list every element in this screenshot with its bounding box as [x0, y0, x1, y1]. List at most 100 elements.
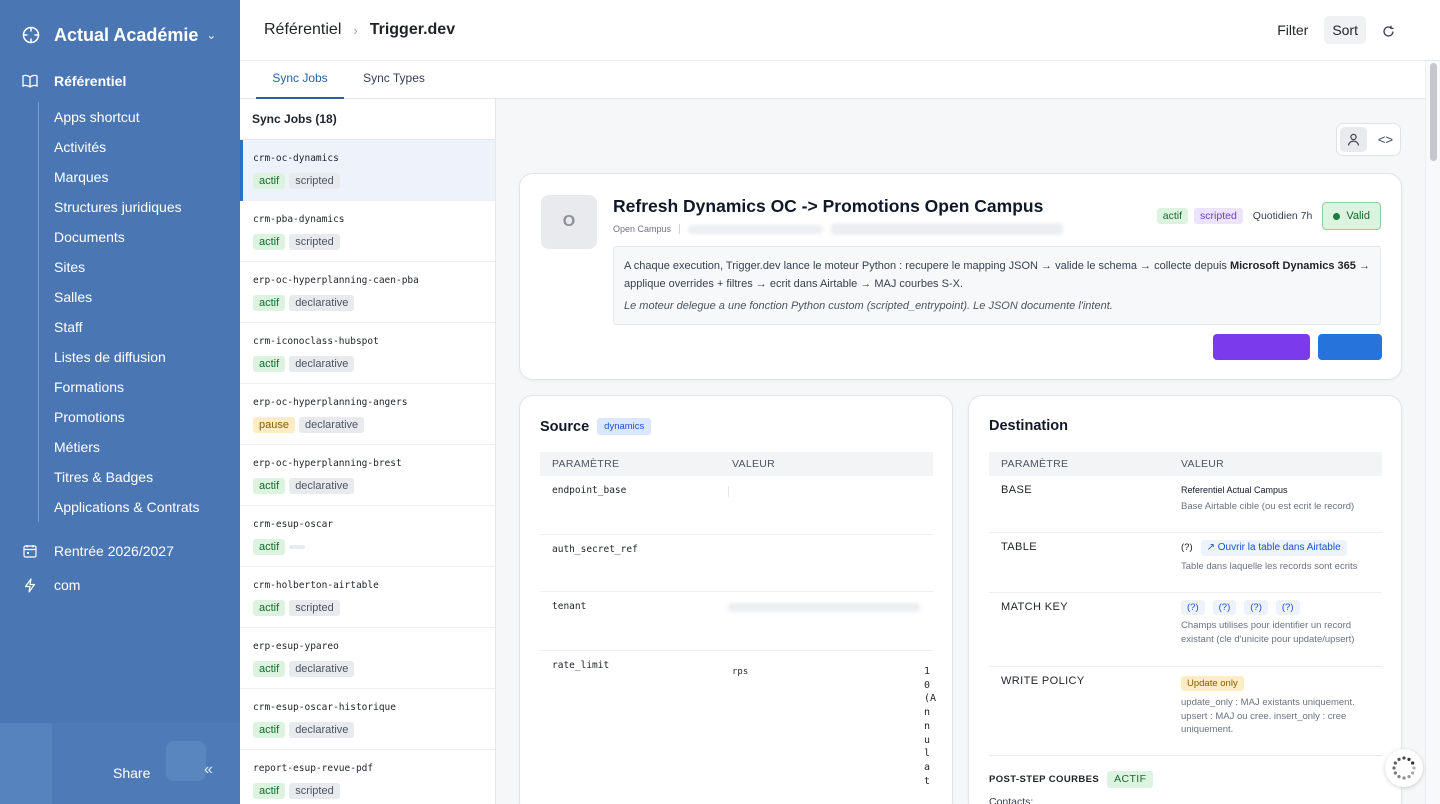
sidebar-item-formations[interactable]: Formations	[39, 372, 228, 402]
col-param: PARAMÈTRE	[552, 458, 620, 470]
scrollbar[interactable]	[1425, 61, 1440, 804]
table-row: TABLE (?) ↗ Ouvrir la table dans Airtable…	[989, 533, 1382, 593]
spinner-dot	[1407, 757, 1411, 761]
list-item[interactable]: crm-pba-dynamics actif scripted	[240, 201, 495, 262]
sidebar-item-listes-de-diffusion[interactable]: Listes de diffusion	[39, 342, 228, 372]
list-item[interactable]: report-esup-revue-pdf actif scripted	[240, 750, 495, 804]
code-view-button[interactable]: <>	[1372, 127, 1399, 152]
tab-sync-jobs[interactable]: Sync Jobs	[256, 61, 344, 99]
list-item[interactable]: crm-esup-oscar actif	[240, 506, 495, 567]
refresh-button[interactable]	[1374, 16, 1402, 44]
table-row: auth_secret_ref	[540, 535, 933, 592]
sidebar-item-sites[interactable]: Sites	[39, 252, 228, 282]
job-name: crm-oc-dynamics	[253, 153, 339, 164]
table-row: rate_limit rps 1 0 (A n n u l a t	[540, 651, 936, 804]
breadcrumb-root[interactable]: Référentiel	[264, 21, 341, 39]
sidebar-section-com[interactable]: com	[22, 577, 80, 593]
sidebar-section-rentree[interactable]: Rentrée 2026/2027	[22, 543, 174, 559]
job-badges: actif scripted Quotidien 7h Valid	[1156, 202, 1381, 230]
value-fragment: u	[924, 734, 931, 746]
filter-button[interactable]: Filter	[1269, 16, 1316, 44]
sidebar-section-referentiel[interactable]: Référentiel	[22, 73, 126, 89]
validity-badge: Valid	[1322, 202, 1381, 230]
breadcrumb-current: Trigger.dev	[369, 21, 456, 38]
status-badge: actif	[1156, 208, 1189, 224]
scrollbar-thumb[interactable]	[1430, 63, 1437, 161]
list-item[interactable]: crm-esup-oscar-historique actif declarativ…	[240, 689, 495, 750]
divider	[679, 224, 681, 234]
sidebar-item-apps-shortcut[interactable]: Apps shortcut	[39, 102, 228, 132]
open-airtable-link[interactable]: ↗ Ouvrir la table dans Airtable	[1200, 540, 1347, 556]
list-item[interactable]: erp-oc-hyperplanning-caen-pba actif declar…	[240, 262, 495, 323]
job-tags: actif	[253, 539, 495, 555]
sidebar-item-promotions[interactable]: Promotions	[39, 402, 228, 432]
breadcrumb: Référentiel › Trigger.dev	[264, 21, 455, 39]
share-button[interactable]: Share	[113, 765, 150, 781]
job-tags: actif scripted	[253, 173, 495, 189]
spinner-icon	[1392, 756, 1416, 780]
base-help: Base Airtable cible (ou est ecrit le rec…	[1181, 501, 1355, 512]
spinner-dot	[1397, 757, 1401, 761]
loading-spinner	[1385, 749, 1423, 787]
sidebar-item-metiers[interactable]: Métiers	[39, 432, 228, 462]
collapse-sidebar-icon[interactable]: «	[204, 761, 213, 779]
list-item[interactable]: crm-oc-dynamics actif scripted	[240, 140, 495, 201]
sidebar-item-activites[interactable]: Activités	[39, 132, 228, 162]
validity-label: Valid	[1346, 210, 1370, 222]
list-item[interactable]: crm-iconoclass-hubspot actif declarative	[240, 323, 495, 384]
list-item[interactable]: erp-oc-hyperplanning-angers pause declarat…	[240, 384, 495, 445]
job-name: crm-esup-oscar	[253, 519, 334, 530]
desc-note: Le moteur delegue a une fonction Python …	[624, 300, 1113, 312]
sidebar-item-documents[interactable]: Documents	[39, 222, 228, 252]
user-view-button[interactable]	[1340, 127, 1367, 152]
destination-table-header: PARAMÈTRE VALEUR	[989, 452, 1382, 476]
mode-badge: declarative	[289, 356, 355, 372]
redacted-text	[831, 223, 1064, 235]
header-actions: Filter Sort	[1269, 16, 1402, 44]
sidebar-item-salles[interactable]: Salles	[39, 282, 228, 312]
spinner-dot	[1407, 775, 1411, 779]
chevron-right-icon: ›	[353, 22, 358, 38]
source-table-header: PARAMÈTRE VALEUR	[540, 452, 933, 476]
status-badge: actif	[253, 356, 286, 372]
job-name: erp-oc-hyperplanning-caen-pba	[253, 275, 419, 286]
destination-card: Destination PARAMÈTRE VALEUR BASE Refere…	[968, 395, 1402, 804]
spinner-dot	[1402, 776, 1406, 780]
sync-jobs-list: Sync Jobs (18) crm-oc-dynamics actif scrip…	[240, 99, 496, 804]
desc-source-name: Microsoft Dynamics 365	[1229, 260, 1356, 272]
param-key: MATCH KEY	[1001, 601, 1068, 613]
sidebar-item-marques[interactable]: Marques	[39, 162, 228, 192]
detail-panel: <> O Refresh Dynamics OC -> Promotions O…	[496, 99, 1425, 804]
contacts-label: Contacts:	[989, 796, 1034, 804]
value-fragment: t	[924, 775, 931, 787]
sort-button[interactable]: Sort	[1324, 16, 1366, 44]
tab-sync-types[interactable]: Sync Types	[353, 61, 435, 99]
mode-badge: scripted	[289, 173, 340, 189]
sidebar-subnav: Apps shortcut Activités Marques Structur…	[38, 102, 228, 522]
status-badge: actif	[253, 478, 286, 494]
workspace-switcher[interactable]: Actual Académie ⌄	[22, 22, 216, 48]
value-fragment: l	[924, 748, 931, 760]
value-fragment: n	[924, 720, 931, 732]
list-item[interactable]: erp-esup-ypareo actif declarative	[240, 628, 495, 689]
divider	[989, 755, 1382, 756]
table-value: (?) ↗ Ouvrir la table dans Airtable	[1181, 540, 1347, 556]
spinner-dot	[1411, 761, 1415, 765]
sidebar-item-applications-contrats[interactable]: Applications & Contrats	[39, 492, 228, 522]
sidebar-item-structures-juridiques[interactable]: Structures juridiques	[39, 192, 228, 222]
sidebar-item-titres-badges[interactable]: Titres & Badges	[39, 462, 228, 492]
list-item[interactable]: crm-holberton-airtable actif scripted	[240, 567, 495, 628]
workspace-name: Actual Académie	[54, 24, 199, 45]
job-subtitle: Open Campus	[613, 223, 1064, 235]
secondary-action-button[interactable]	[1318, 334, 1382, 360]
mode-badge: scripted	[289, 234, 340, 250]
spinner-dot	[1402, 756, 1406, 760]
col-param: PARAMÈTRE	[1001, 458, 1069, 470]
view-toggle: <>	[1336, 123, 1401, 156]
param-key: endpoint_base	[552, 485, 627, 496]
primary-action-button[interactable]	[1213, 334, 1310, 360]
list-item[interactable]: erp-oc-hyperplanning-brest actif declarati…	[240, 445, 495, 506]
sidebar-item-staff[interactable]: Staff	[39, 312, 228, 342]
mode-badge	[289, 545, 306, 549]
footer-avatar	[166, 741, 206, 781]
